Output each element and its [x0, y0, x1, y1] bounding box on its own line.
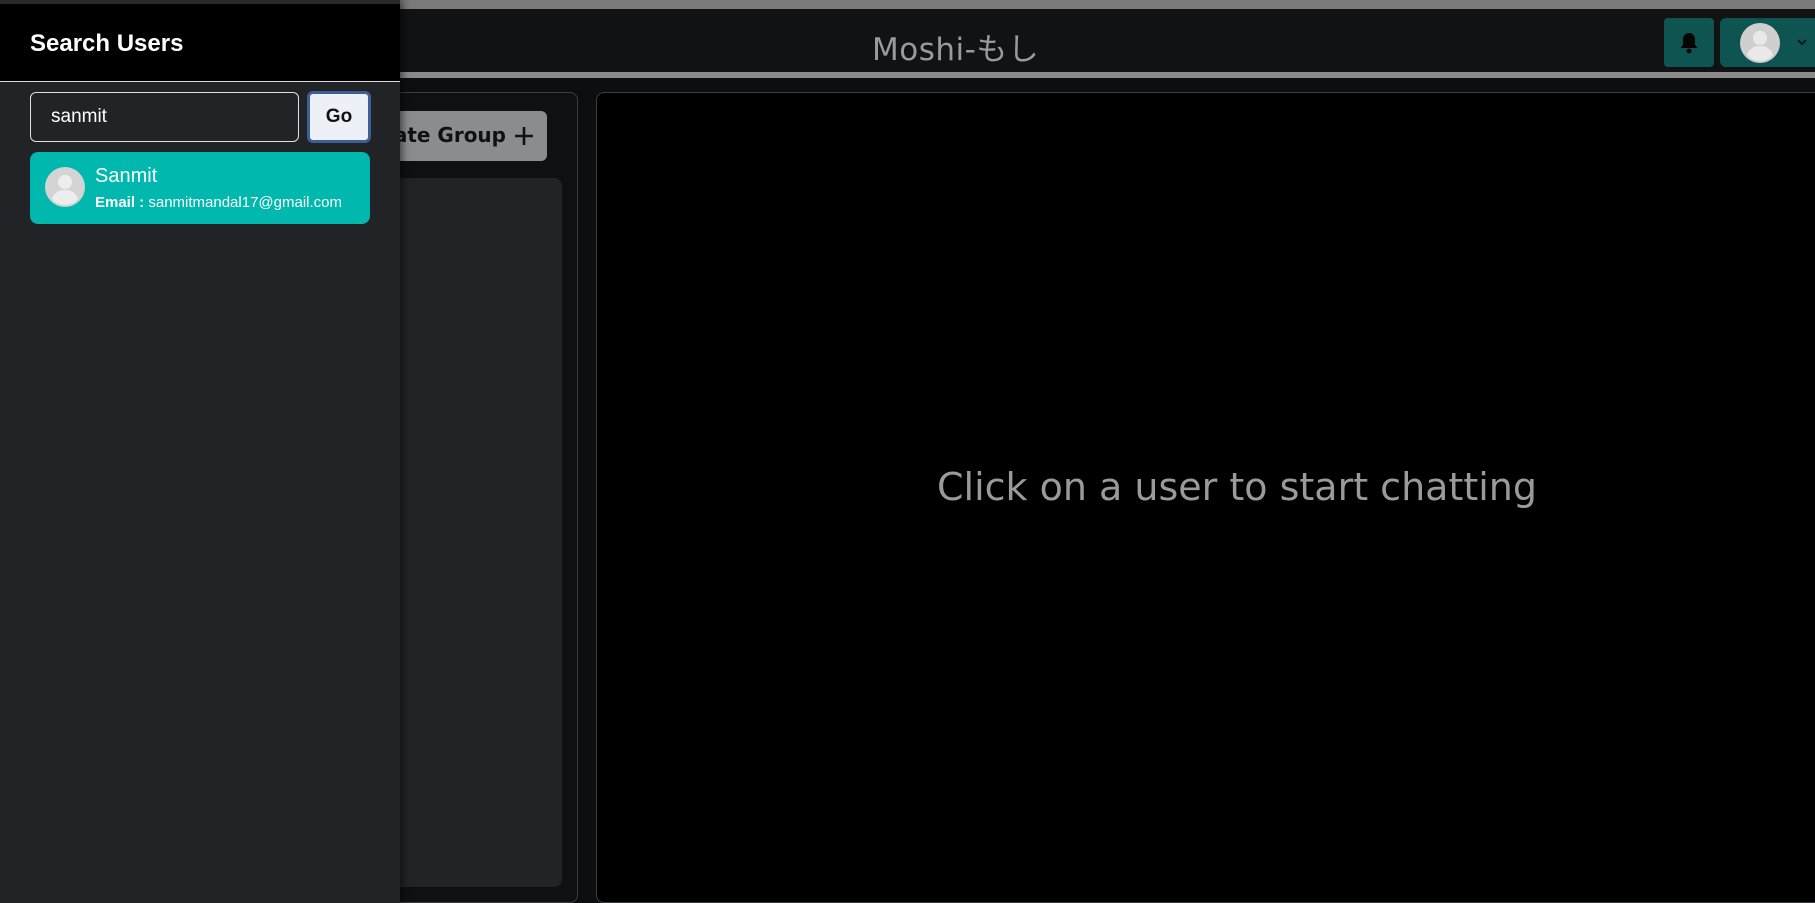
create-group-button[interactable]: ate Group [388, 111, 547, 161]
chats-list [388, 178, 562, 887]
email-label: Email : [95, 194, 145, 211]
profile-menu-button[interactable] [1720, 18, 1815, 67]
user-result-item[interactable]: Sanmit Email : sanmitmandal17@gmail.com [30, 152, 370, 224]
chat-box: Click on a user to start chatting [596, 92, 1815, 903]
go-button[interactable]: Go [307, 91, 371, 143]
avatar-placeholder-icon [45, 167, 85, 207]
chat-placeholder-text: Click on a user to start chatting [937, 465, 1538, 509]
user-name: Sanmit [95, 165, 158, 187]
chevron-down-icon [1797, 39, 1807, 46]
email-value: sanmitmandal17@gmail.com [148, 194, 342, 211]
search-users-drawer: Search Users Go Sanmit Email : sanmitman… [0, 0, 400, 903]
drawer-header: Search Users [0, 0, 400, 82]
plus-icon [515, 127, 533, 145]
bell-icon [1680, 32, 1698, 53]
search-input[interactable] [30, 92, 299, 142]
create-group-label: ate Group [393, 123, 506, 147]
app-page: Moshi-もし ate Group Click on a user to st… [0, 0, 1815, 903]
drawer-title: Search Users [30, 30, 184, 57]
app-title: Moshi-もし [872, 32, 1040, 68]
notifications-button[interactable] [1664, 18, 1714, 67]
user-email: Email : sanmitmandal17@gmail.com [95, 194, 342, 211]
avatar-placeholder-icon [1740, 23, 1780, 63]
